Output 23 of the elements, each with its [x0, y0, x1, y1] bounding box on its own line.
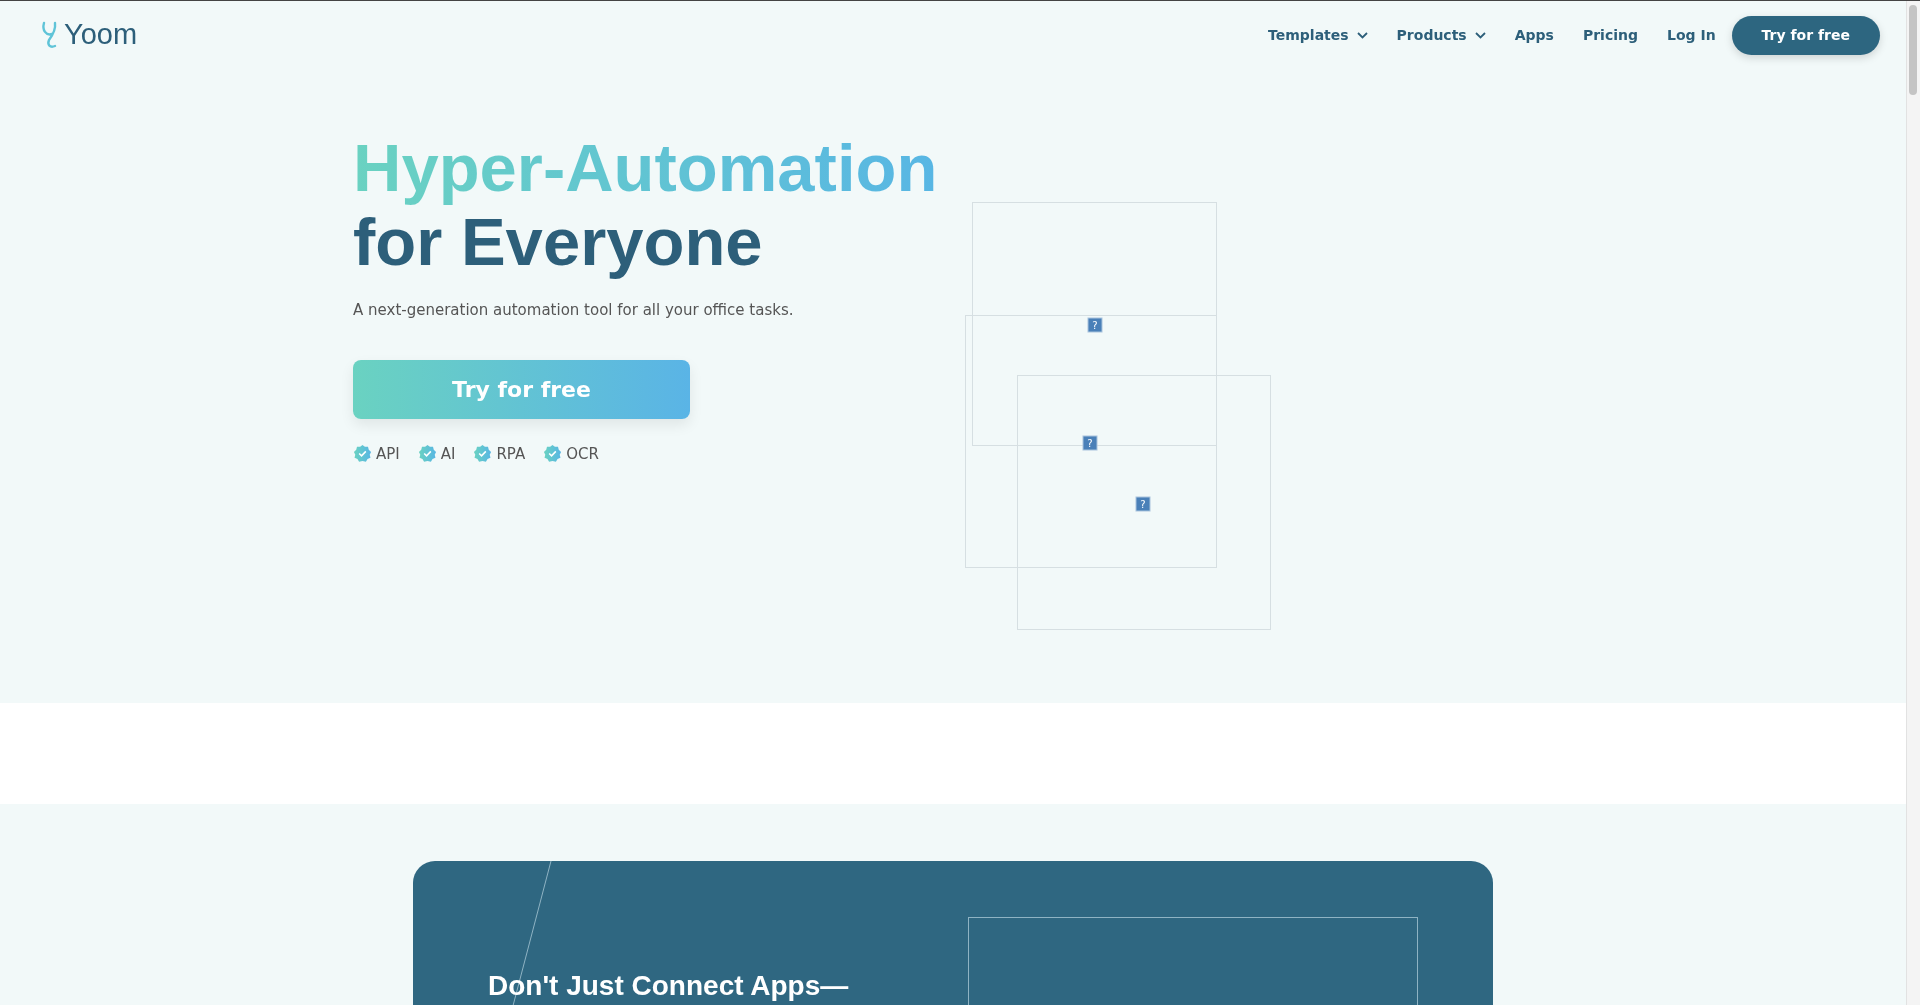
broken-image-icon: ?: [1082, 435, 1098, 451]
nav-dropdown[interactable]: Templates: [1268, 20, 1368, 50]
check-badge-icon: [417, 444, 437, 464]
broken-image-icon: ?: [1087, 317, 1103, 333]
hero-title: for Everyone: [353, 205, 763, 279]
feature-label: AI: [440, 443, 456, 465]
check-badge-icon: [353, 444, 372, 464]
hero-subtitle: A next-generation automation tool for all your office tasks.: [353, 300, 795, 321]
logo[interactable]: Yoom: [40, 13, 138, 57]
nav-link[interactable]: Log In: [1667, 20, 1716, 50]
nav-dropdown[interactable]: Products: [1396, 20, 1486, 50]
feature-label: OCR: [566, 443, 599, 465]
try-free-button[interactable]: Try for free: [1731, 15, 1880, 55]
section-heading: Don't Just Connect Apps—: [488, 969, 849, 1003]
check-badge-icon: [473, 444, 493, 464]
check-badge-icon: [543, 444, 563, 464]
feature-label: API: [376, 443, 400, 465]
scrollbar[interactable]: [1906, 1, 1920, 1005]
nav-link[interactable]: Pricing: [1582, 20, 1638, 50]
feature-label: RPA: [496, 443, 526, 465]
broken-image-icon: ?: [1135, 496, 1151, 512]
nav-link[interactable]: Apps: [1514, 20, 1554, 50]
scrollbar-thumb[interactable]: [1909, 5, 1917, 95]
